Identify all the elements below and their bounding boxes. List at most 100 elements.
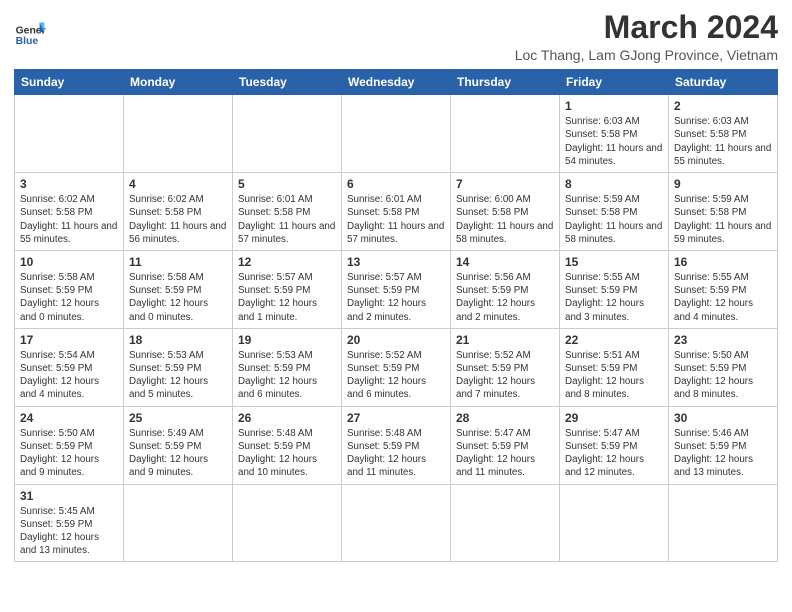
day-number: 10 (20, 255, 118, 269)
weekday-monday: Monday (124, 70, 233, 95)
day-info: Sunrise: 5:48 AM Sunset: 5:59 PM Dayligh… (238, 427, 336, 480)
day-info: Sunrise: 5:59 AM Sunset: 5:58 PM Dayligh… (674, 193, 772, 246)
calendar-cell: 8Sunrise: 5:59 AM Sunset: 5:58 PM Daylig… (560, 173, 669, 251)
weekday-thursday: Thursday (451, 70, 560, 95)
day-number: 5 (238, 177, 336, 191)
day-number: 2 (674, 99, 772, 113)
calendar-page: General Blue March 2024 Loc Thang, Lam G… (0, 0, 792, 576)
weekday-wednesday: Wednesday (342, 70, 451, 95)
day-number: 3 (20, 177, 118, 191)
day-info: Sunrise: 5:55 AM Sunset: 5:59 PM Dayligh… (674, 271, 772, 324)
calendar-cell: 25Sunrise: 5:49 AM Sunset: 5:59 PM Dayli… (124, 406, 233, 484)
weekday-sunday: Sunday (15, 70, 124, 95)
day-number: 4 (129, 177, 227, 191)
week-row-4: 17 Sunrise: 5:54 AM Sunset: 5:59 PM Dayli… (15, 328, 778, 406)
calendar-cell (124, 484, 233, 562)
calendar-cell: 2 Sunrise: 6:03 AM Sunset: 5:58 PM Daylig… (669, 95, 778, 173)
day-number: 13 (347, 255, 445, 269)
calendar-cell: 13 Sunrise: 5:57 AM Sunset: 5:59 PM Dayli… (342, 250, 451, 328)
calendar-cell: 15Sunrise: 5:55 AM Sunset: 5:59 PM Dayli… (560, 250, 669, 328)
day-number: 24 (20, 411, 118, 425)
calendar-cell (233, 484, 342, 562)
calendar-cell: 1 Sunrise: 6:03 AM Sunset: 5:58 PM Daylig… (560, 95, 669, 173)
calendar-cell: 5 Sunrise: 6:01 AM Sunset: 5:58 PM Daylig… (233, 173, 342, 251)
day-number: 7 (456, 177, 554, 191)
calendar-cell: 9 Sunrise: 5:59 AM Sunset: 5:58 PM Daylig… (669, 173, 778, 251)
header: General Blue March 2024 Loc Thang, Lam G… (14, 10, 778, 63)
day-info: Sunrise: 5:51 AM Sunset: 5:59 PM Dayligh… (565, 349, 663, 402)
day-number: 23 (674, 333, 772, 347)
day-info: Sunrise: 6:01 AM Sunset: 5:58 PM Dayligh… (238, 193, 336, 246)
day-info: Sunrise: 5:58 AM Sunset: 5:59 PM Dayligh… (129, 271, 227, 324)
calendar-cell: 3Sunrise: 6:02 AM Sunset: 5:58 PM Daylig… (15, 173, 124, 251)
day-number: 12 (238, 255, 336, 269)
day-number: 29 (565, 411, 663, 425)
day-info: Sunrise: 5:53 AM Sunset: 5:59 PM Dayligh… (238, 349, 336, 402)
day-number: 22 (565, 333, 663, 347)
week-row-2: 3 Sunrise: 6:02 AM Sunset: 5:58 PM Daylig… (15, 173, 778, 251)
calendar-cell: 17 Sunrise: 5:54 AM Sunset: 5:59 PM Dayli… (15, 328, 124, 406)
calendar-cell: 26 Sunrise: 5:48 AM Sunset: 5:59 PM Dayli… (233, 406, 342, 484)
day-number: 11 (129, 255, 227, 269)
calendar-cell: 6 Sunrise: 6:01 AM Sunset: 5:58 PM Daylig… (342, 173, 451, 251)
day-number: 31 (20, 489, 118, 503)
day-number: 16 (674, 255, 772, 269)
logo-icon: General Blue (14, 16, 46, 48)
location: Loc Thang, Lam GJong Province, Vietnam (515, 47, 778, 63)
day-number: 6 (347, 177, 445, 191)
calendar-cell: 7 Sunrise: 6:00 AM Sunset: 5:58 PM Daylig… (451, 173, 560, 251)
day-info: Sunrise: 5:57 AM Sunset: 5:59 PM Dayligh… (347, 271, 445, 324)
calendar-cell: 31Sunrise: 5:45 AM Sunset: 5:59 PM Dayli… (15, 484, 124, 562)
calendar-cell: 22 Sunrise: 5:51 AM Sunset: 5:59 PM Dayli… (560, 328, 669, 406)
calendar-cell: 12 Sunrise: 5:57 AM Sunset: 5:59 PM Dayli… (233, 250, 342, 328)
calendar-cell: 18 Sunrise: 5:53 AM Sunset: 5:59 PM Dayli… (124, 328, 233, 406)
day-info: Sunrise: 5:58 AM Sunset: 5:59 PM Dayligh… (20, 271, 118, 324)
day-number: 19 (238, 333, 336, 347)
day-number: 30 (674, 411, 772, 425)
day-info: Sunrise: 6:01 AM Sunset: 5:58 PM Dayligh… (347, 193, 445, 246)
day-number: 9 (674, 177, 772, 191)
calendar-cell: 28Sunrise: 5:47 AM Sunset: 5:59 PM Dayli… (451, 406, 560, 484)
calendar-cell (669, 484, 778, 562)
weekday-tuesday: Tuesday (233, 70, 342, 95)
day-info: Sunrise: 5:46 AM Sunset: 5:59 PM Dayligh… (674, 427, 772, 480)
svg-text:Blue: Blue (16, 36, 39, 47)
calendar-cell (560, 484, 669, 562)
day-info: Sunrise: 6:00 AM Sunset: 5:58 PM Dayligh… (456, 193, 554, 246)
calendar-cell: 30 Sunrise: 5:46 AM Sunset: 5:59 PM Dayli… (669, 406, 778, 484)
weekday-saturday: Saturday (669, 70, 778, 95)
day-number: 8 (565, 177, 663, 191)
calendar-cell: 24 Sunrise: 5:50 AM Sunset: 5:59 PM Dayli… (15, 406, 124, 484)
week-row-5: 24 Sunrise: 5:50 AM Sunset: 5:59 PM Dayli… (15, 406, 778, 484)
logo: General Blue (14, 16, 46, 48)
day-info: Sunrise: 5:53 AM Sunset: 5:59 PM Dayligh… (129, 349, 227, 402)
day-info: Sunrise: 5:54 AM Sunset: 5:59 PM Dayligh… (20, 349, 118, 402)
calendar-cell (233, 95, 342, 173)
month-year: March 2024 (515, 10, 778, 45)
calendar-cell (451, 95, 560, 173)
calendar-cell: 29 Sunrise: 5:47 AM Sunset: 5:59 PM Dayli… (560, 406, 669, 484)
day-info: Sunrise: 6:03 AM Sunset: 5:58 PM Dayligh… (565, 115, 663, 168)
calendar-cell: 20Sunrise: 5:52 AM Sunset: 5:59 PM Dayli… (342, 328, 451, 406)
calendar-cell: 4 Sunrise: 6:02 AM Sunset: 5:58 PM Daylig… (124, 173, 233, 251)
day-info: Sunrise: 5:47 AM Sunset: 5:59 PM Dayligh… (565, 427, 663, 480)
day-number: 18 (129, 333, 227, 347)
calendar-cell: 21Sunrise: 5:52 AM Sunset: 5:59 PM Dayli… (451, 328, 560, 406)
day-number: 25 (129, 411, 227, 425)
calendar-cell (342, 484, 451, 562)
day-info: Sunrise: 5:57 AM Sunset: 5:59 PM Dayligh… (238, 271, 336, 324)
week-row-3: 10 Sunrise: 5:58 AM Sunset: 5:59 PM Dayli… (15, 250, 778, 328)
calendar-cell: 19 Sunrise: 5:53 AM Sunset: 5:59 PM Dayli… (233, 328, 342, 406)
week-row-6: 31Sunrise: 5:45 AM Sunset: 5:59 PM Dayli… (15, 484, 778, 562)
calendar-cell (342, 95, 451, 173)
day-info: Sunrise: 5:56 AM Sunset: 5:59 PM Dayligh… (456, 271, 554, 324)
day-info: Sunrise: 5:50 AM Sunset: 5:59 PM Dayligh… (20, 427, 118, 480)
day-info: Sunrise: 6:02 AM Sunset: 5:58 PM Dayligh… (129, 193, 227, 246)
day-info: Sunrise: 6:03 AM Sunset: 5:58 PM Dayligh… (674, 115, 772, 168)
day-info: Sunrise: 5:55 AM Sunset: 5:59 PM Dayligh… (565, 271, 663, 324)
day-number: 26 (238, 411, 336, 425)
day-number: 21 (456, 333, 554, 347)
day-number: 1 (565, 99, 663, 113)
day-number: 17 (20, 333, 118, 347)
calendar-cell: 10 Sunrise: 5:58 AM Sunset: 5:59 PM Dayli… (15, 250, 124, 328)
